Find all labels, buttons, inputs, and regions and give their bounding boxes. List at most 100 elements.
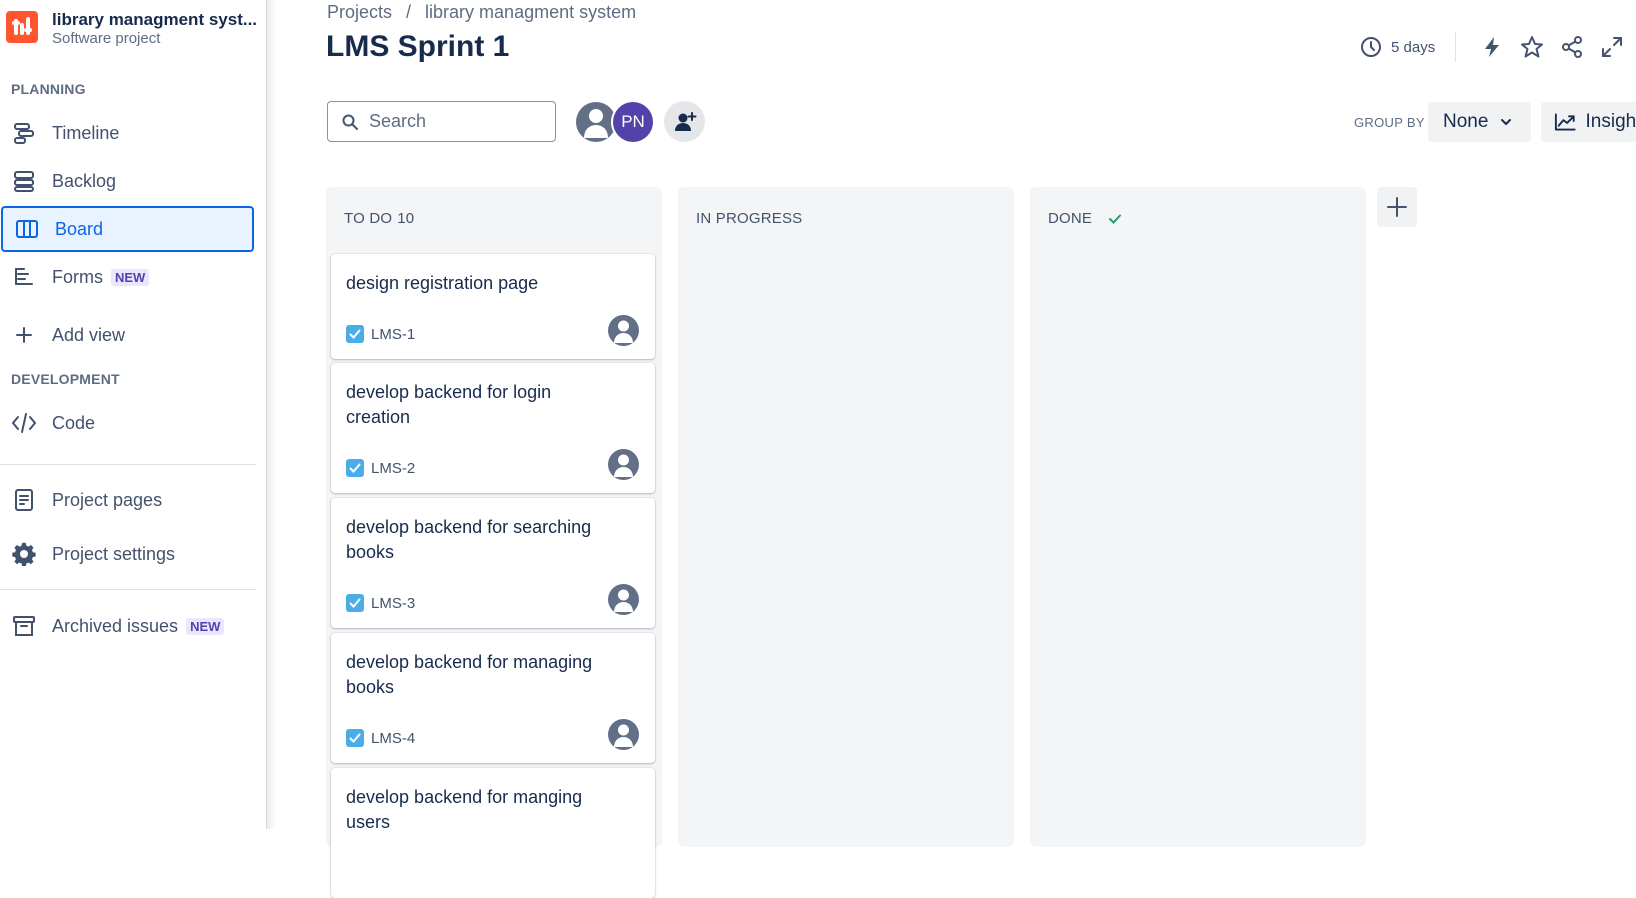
- header-divider: [1455, 32, 1457, 62]
- planning-section-title: PLANNING: [11, 81, 86, 97]
- column-title: TO DO: [344, 210, 393, 227]
- assignee-avatar[interactable]: [608, 315, 639, 346]
- star-icon: [1521, 36, 1544, 58]
- card-footer: LMS-3: [346, 594, 415, 612]
- sprint-time-remaining[interactable]: 5 days: [1360, 36, 1435, 58]
- add-view-button[interactable]: Add view: [0, 312, 264, 358]
- user-icon: [614, 454, 633, 477]
- add-user-icon: [674, 111, 696, 131]
- avatar-unassigned[interactable]: [576, 102, 616, 142]
- sidebar-item-label: Timeline: [52, 122, 120, 143]
- user-icon: [614, 320, 633, 343]
- column-header[interactable]: TO DO 10: [344, 210, 414, 227]
- task-checkbox-icon: [346, 594, 364, 612]
- project-header[interactable]: library managment syst... Software proje…: [6, 8, 261, 48]
- gear-icon: [10, 540, 38, 568]
- project-type: Software project: [52, 30, 161, 47]
- sidebar: library managment syst... Software proje…: [0, 0, 267, 829]
- add-column-button[interactable]: [1377, 187, 1417, 227]
- breadcrumb: Projects / library managment system: [327, 2, 636, 23]
- sidebar-resize-handle[interactable]: [266, 0, 276, 829]
- issue-key[interactable]: LMS-2: [371, 460, 415, 477]
- sidebar-item-archived-issues[interactable]: Archived issues NEW: [0, 603, 264, 649]
- sidebar-divider: [0, 589, 256, 590]
- avatar-user[interactable]: PN: [613, 102, 653, 142]
- issue-card[interactable]: develop backend for managing books LMS-4: [331, 633, 655, 763]
- page-title: LMS Sprint 1: [326, 30, 510, 63]
- sidebar-item-backlog[interactable]: Backlog: [0, 158, 264, 204]
- automation-button[interactable]: [1474, 30, 1510, 64]
- assignee-avatar[interactable]: [608, 584, 639, 615]
- expand-icon: [1602, 37, 1623, 57]
- card-footer: LMS-2: [346, 459, 415, 477]
- development-section-title: DEVELOPMENT: [11, 371, 120, 387]
- search-box[interactable]: [327, 101, 556, 142]
- issue-card[interactable]: develop backend for manging users: [331, 768, 655, 898]
- project-name: library managment syst...: [52, 10, 258, 29]
- issue-key[interactable]: LMS-3: [371, 595, 415, 612]
- sidebar-item-code[interactable]: Code: [0, 400, 264, 446]
- issue-card[interactable]: design registration page LMS-1: [331, 254, 655, 359]
- backlog-icon: [10, 167, 38, 195]
- board-column-todo: TO DO 10 design registration page LMS-1 …: [326, 187, 662, 898]
- share-button[interactable]: [1554, 30, 1590, 64]
- sidebar-item-label: Board: [55, 218, 104, 239]
- plus-icon: [1387, 197, 1407, 217]
- fullscreen-button[interactable]: [1594, 30, 1630, 64]
- assignee-avatar[interactable]: [608, 719, 639, 750]
- column-title: DONE: [1048, 210, 1093, 227]
- board-icon: [13, 215, 41, 243]
- lightning-icon: [1485, 37, 1500, 57]
- sidebar-item-project-settings[interactable]: Project settings: [0, 531, 264, 577]
- column-header[interactable]: IN PROGRESS: [696, 210, 802, 227]
- add-people-button[interactable]: [664, 101, 705, 142]
- user-icon: [614, 724, 633, 747]
- insights-label: Insights: [1585, 111, 1636, 132]
- user-icon: [614, 589, 633, 612]
- trend-chart-icon: [1554, 113, 1576, 131]
- breadcrumb-projects-link[interactable]: Projects: [327, 2, 392, 22]
- sidebar-divider: [0, 464, 256, 465]
- issue-card[interactable]: develop backend for searching books LMS-…: [331, 498, 655, 628]
- code-icon: [10, 409, 38, 437]
- card-title: design registration page: [346, 273, 539, 293]
- issue-key[interactable]: LMS-1: [371, 326, 415, 343]
- group-by-value: None: [1443, 111, 1489, 132]
- card-footer: LMS-1: [346, 325, 415, 343]
- sidebar-item-forms[interactable]: Forms NEW: [0, 254, 264, 300]
- forms-icon: [10, 263, 38, 291]
- card-title: develop backend for searching books: [346, 517, 592, 562]
- sidebar-item-board[interactable]: Board: [1, 206, 254, 252]
- issue-key[interactable]: LMS-4: [371, 730, 415, 747]
- insights-button[interactable]: Insights: [1541, 102, 1636, 142]
- board-column-in-progress: IN PROGRESS: [678, 187, 1014, 847]
- group-by-dropdown[interactable]: None: [1428, 102, 1531, 142]
- card-title: develop backend for login creation: [346, 382, 552, 427]
- sidebar-item-label: Project pages: [52, 489, 163, 510]
- timeline-icon: [10, 119, 38, 147]
- header-actions: 5 days: [1360, 30, 1634, 64]
- sidebar-item-project-pages[interactable]: Project pages: [0, 477, 264, 523]
- done-check-icon: [1108, 213, 1122, 225]
- task-checkbox-icon: [346, 729, 364, 747]
- task-checkbox-icon: [346, 459, 364, 477]
- assignee-avatar[interactable]: [608, 449, 639, 480]
- card-footer: LMS-4: [346, 729, 415, 747]
- card-title: develop backend for manging users: [346, 787, 583, 832]
- search-input[interactable]: [367, 110, 551, 133]
- breadcrumb-project-link[interactable]: library managment system: [425, 2, 636, 22]
- chevron-down-icon: [1501, 119, 1512, 126]
- user-icon: [584, 109, 608, 138]
- star-button[interactable]: [1514, 30, 1550, 64]
- task-checkbox-icon: [346, 325, 364, 343]
- sidebar-item-label: Code: [52, 412, 96, 433]
- board-column-done: DONE: [1030, 187, 1366, 847]
- sidebar-item-timeline[interactable]: Timeline: [0, 110, 264, 156]
- sidebar-item-label: Project settings: [52, 543, 176, 564]
- column-header[interactable]: DONE: [1048, 210, 1122, 227]
- sidebar-item-label: Backlog: [52, 170, 117, 191]
- search-icon: [342, 114, 358, 130]
- clock-icon: [1361, 37, 1381, 57]
- new-badge: NEW: [186, 617, 225, 635]
- issue-card[interactable]: develop backend for login creation LMS-2: [331, 363, 655, 493]
